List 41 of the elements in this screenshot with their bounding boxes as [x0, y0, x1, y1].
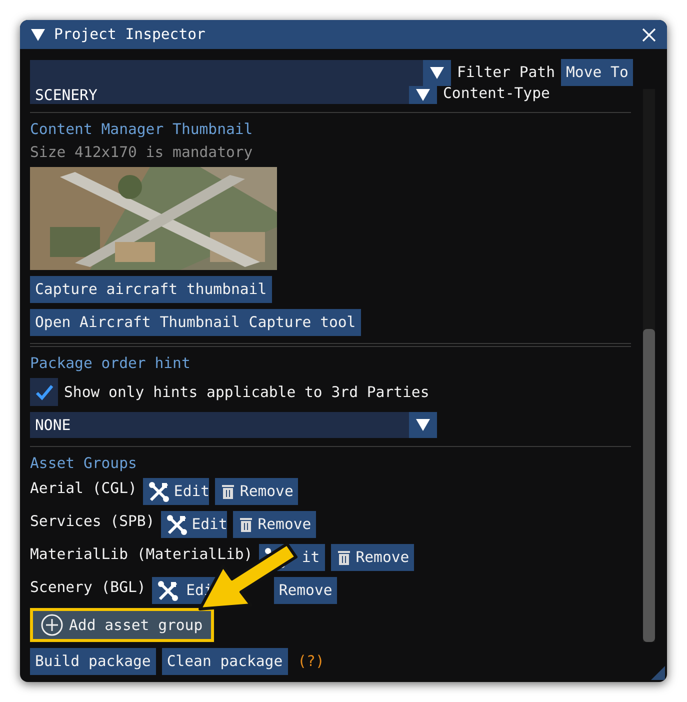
asset-group-name: MaterialLib (MaterialLib) — [30, 546, 253, 563]
section-heading: Package order hint — [30, 355, 192, 372]
checkbox-label: Show only hints applicable to 3rd Parties — [64, 384, 430, 400]
plus-circle-icon — [41, 614, 63, 636]
field-label: Filter Path — [457, 64, 555, 81]
trash-icon — [336, 548, 352, 566]
remove-button[interactable]: Remove — [214, 478, 298, 505]
content-type-dropdown[interactable]: SCENERY — [30, 86, 437, 104]
dropdown-arrow-icon — [429, 64, 445, 80]
edit-button[interactable]: Edit — [160, 511, 227, 538]
asset-group-name: Aerial (CGL) — [30, 480, 137, 497]
asset-group-name: Scenery (BGL) — [30, 579, 146, 596]
trash-icon — [238, 516, 254, 534]
section-heading: Content Manager Thumbnail — [30, 121, 254, 138]
filter-path-dropdown[interactable] — [30, 60, 451, 86]
checkbox[interactable] — [30, 378, 58, 406]
move-to-button[interactable]: Move To — [561, 59, 634, 86]
add-asset-group-button[interactable]: Add asset group — [30, 608, 214, 642]
hint-text: Size 412x170 is mandatory — [30, 144, 254, 161]
remove-button[interactable]: Remove — [330, 544, 414, 571]
window-title: Project Inspector — [54, 26, 206, 43]
checkmark-icon — [34, 382, 54, 402]
trash-icon — [220, 482, 236, 500]
capture-button[interactable]: Open Aircraft Thumbnail Capture tool — [30, 309, 361, 336]
remove-button[interactable]: Remove — [232, 511, 316, 538]
dropdown-arrow-icon — [415, 417, 431, 433]
capture-button[interactable]: Capture aircraft thumbnail — [30, 276, 272, 303]
scrollbar-thumb[interactable] — [643, 329, 655, 642]
dropdown-arrow-icon — [415, 87, 431, 103]
package-button[interactable]: Clean package — [162, 648, 288, 675]
help-link[interactable]: (?) — [298, 653, 324, 670]
field-label: Content-Type — [443, 86, 550, 102]
section-heading: Asset Groups — [30, 455, 138, 472]
resize-grip-icon — [651, 666, 665, 680]
package-button[interactable]: Build package — [30, 648, 156, 675]
edit-button[interactable]: Edit — [142, 478, 209, 505]
hint-dropdown[interactable]: NONE — [30, 412, 437, 438]
asset-group-name: Services (SPB) — [30, 513, 155, 530]
close-icon — [641, 26, 657, 42]
collapse-arrow-icon — [30, 26, 46, 42]
remove-button[interactable]: Remove — [274, 577, 338, 604]
